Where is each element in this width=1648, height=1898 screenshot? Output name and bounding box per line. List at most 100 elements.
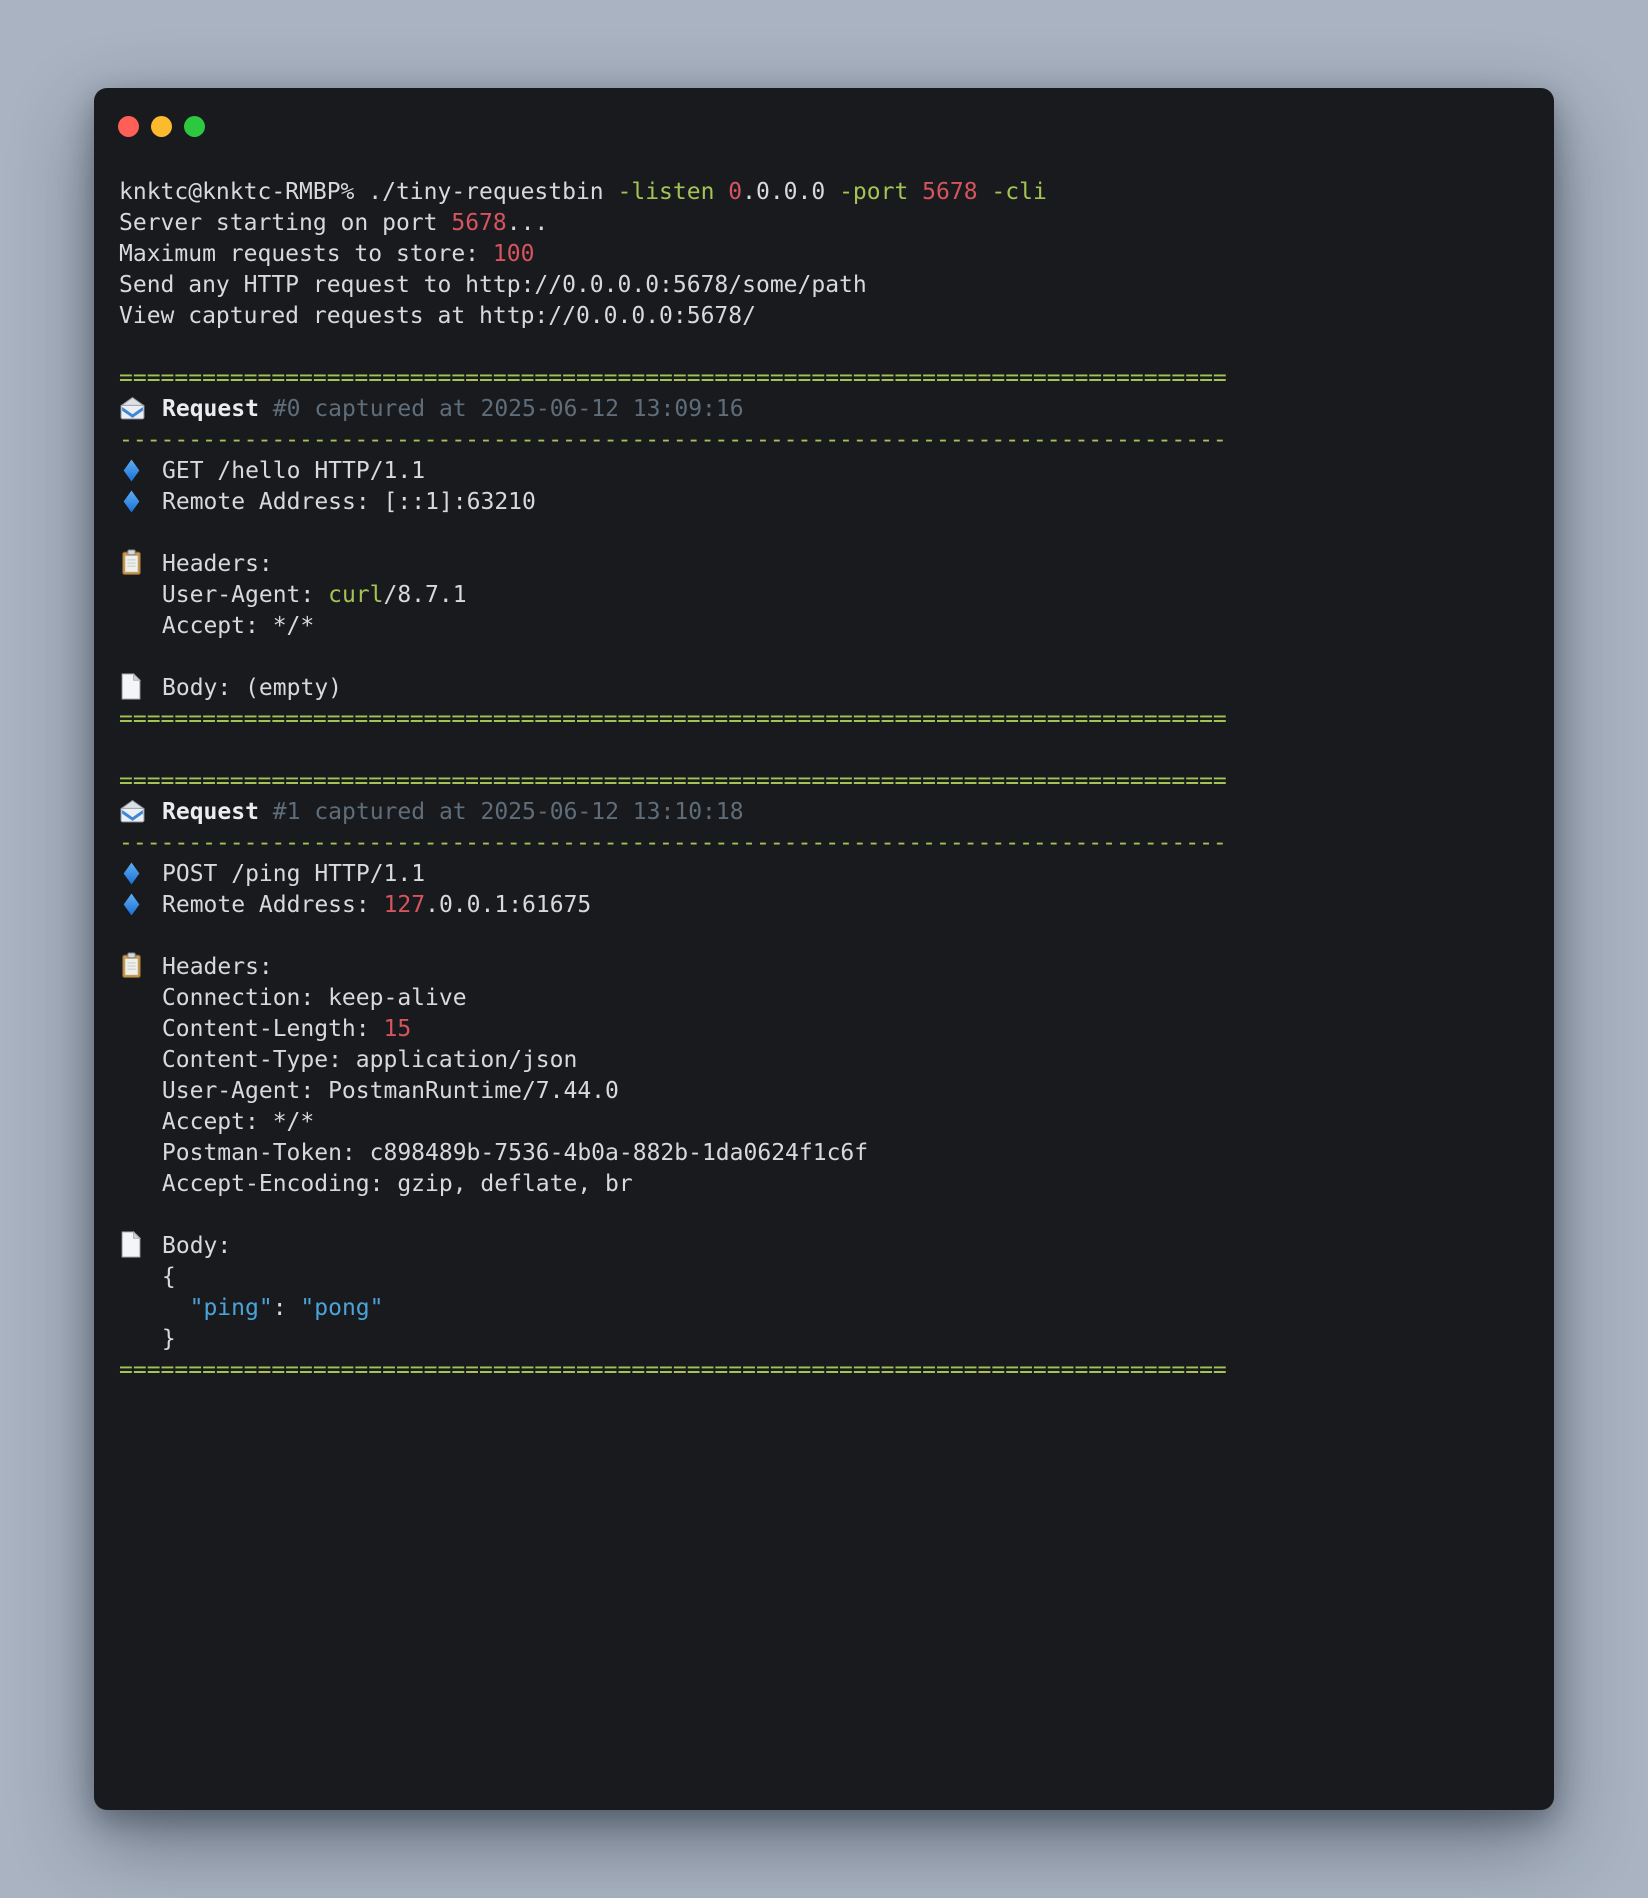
page-facing-up-icon: [119, 673, 162, 704]
server-starting-line: Server starting on port 5678...: [119, 208, 1529, 239]
view-hint-line: View captured requests at http://0.0.0.0…: [119, 301, 1529, 332]
text-segment: 5678: [451, 210, 506, 236]
window-titlebar: [94, 88, 1554, 137]
request-0-remote-line: Remote Address: [::1]:63210: [119, 487, 1529, 518]
text-segment: Request: [162, 396, 273, 422]
request-1-header-postman-token: Postman-Token: c898489b-7536-4b0a-882b-1…: [119, 1138, 1529, 1169]
blank-line: [119, 921, 1529, 952]
request-1-body-line: Body:: [119, 1231, 1529, 1262]
page-facing-up-icon: [119, 1231, 162, 1262]
request-0-header-user-agent: User-Agent: curl/8.7.1: [119, 580, 1529, 611]
close-button[interactable]: [118, 116, 139, 137]
text-segment: Content-Type: application/json: [162, 1047, 577, 1073]
text-segment: .0.0.1:61675: [425, 892, 591, 918]
request-1-header-accept-encoding: Accept-Encoding: gzip, deflate, br: [119, 1169, 1529, 1200]
blank-line: [119, 332, 1529, 363]
request-1-header-accept: Accept: */*: [119, 1107, 1529, 1138]
request-1-remote-line: Remote Address: 127.0.0.1:61675: [119, 890, 1529, 921]
text-segment: -cli: [991, 179, 1046, 205]
text-segment: -port: [839, 179, 922, 205]
request-1-header-content-type: Content-Type: application/json: [119, 1045, 1529, 1076]
request-1-header-content-length: Content-Length: 15: [119, 1014, 1529, 1045]
small-blue-diamond-icon: [119, 890, 162, 921]
text-segment: ----------------------------------------…: [119, 427, 1227, 453]
text-segment: #0 captured at 2025-06-12 13:09:16: [273, 396, 744, 422]
request-1-header: Request #1 captured at 2025-06-12 13:10:…: [119, 797, 1529, 828]
text-segment: /8.7.1: [383, 582, 466, 608]
request-1-body-open-brace: {: [119, 1262, 1529, 1293]
separator-dashed: ----------------------------------------…: [119, 828, 1529, 859]
small-blue-diamond-icon: [119, 487, 162, 518]
text-segment: 127: [384, 892, 426, 918]
text-segment: #1 captured at 2025-06-12 13:10:18: [273, 799, 744, 825]
text-segment: .0.0.0: [742, 179, 839, 205]
text-segment: curl: [328, 582, 383, 608]
zoom-button[interactable]: [184, 116, 205, 137]
separator-double: ========================================…: [119, 363, 1529, 394]
request-1-body-json-pair: "ping": "pong": [119, 1293, 1529, 1324]
request-0-headers-title: Headers:: [119, 549, 1529, 580]
text-segment: POST /ping HTTP/1.1: [162, 861, 425, 887]
text-segment: Maximum requests to store:: [119, 241, 493, 267]
clipboard-icon: [119, 549, 162, 580]
incoming-envelope-icon: [119, 797, 162, 828]
clipboard-icon: [119, 952, 162, 983]
text-segment: ...: [507, 210, 549, 236]
separator-double: ========================================…: [119, 766, 1529, 797]
text-segment: Remote Address: [::1]:63210: [162, 489, 536, 515]
text-segment: ========================================…: [119, 768, 1227, 794]
text-segment: ========================================…: [119, 706, 1227, 732]
command-line: knktc@knktc-RMBP% ./tiny-requestbin -lis…: [119, 177, 1529, 208]
request-0-body-line: Body: (empty): [119, 673, 1529, 704]
terminal-window: knktc@knktc-RMBP% ./tiny-requestbin -lis…: [94, 88, 1554, 1810]
text-segment: 0: [728, 179, 742, 205]
text-segment: "pong": [300, 1295, 383, 1321]
max-requests-line: Maximum requests to store: 100: [119, 239, 1529, 270]
text-segment: 5678: [922, 179, 991, 205]
text-segment: Connection: keep-alive: [162, 985, 467, 1011]
text-segment: ========================================…: [119, 1357, 1227, 1383]
text-segment: Accept: */*: [162, 1109, 314, 1135]
request-0-header: Request #0 captured at 2025-06-12 13:09:…: [119, 394, 1529, 425]
text-segment: Remote Address:: [162, 892, 384, 918]
small-blue-diamond-icon: [119, 859, 162, 890]
text-segment: Body:: [162, 1233, 231, 1259]
blank-line: [119, 518, 1529, 549]
text-segment: ========================================…: [119, 365, 1227, 391]
terminal-output: knktc@knktc-RMBP% ./tiny-requestbin -lis…: [94, 137, 1554, 1386]
small-blue-diamond-icon: [119, 456, 162, 487]
text-segment: Send any HTTP request to http://0.0.0.0:…: [119, 272, 867, 298]
text-segment: Postman-Token: c898489b-7536-4b0a-882b-1…: [162, 1140, 868, 1166]
text-segment: Body: (empty): [162, 675, 342, 701]
text-segment: }: [162, 1326, 176, 1352]
text-segment: knktc@knktc-RMBP% ./tiny-requestbin: [119, 179, 618, 205]
request-1-headers-title: Headers:: [119, 952, 1529, 983]
text-segment: Accept-Encoding: gzip, deflate, br: [162, 1171, 633, 1197]
request-0-method-line: GET /hello HTTP/1.1: [119, 456, 1529, 487]
minimize-button[interactable]: [151, 116, 172, 137]
text-segment: GET /hello HTTP/1.1: [162, 458, 425, 484]
request-1-method-line: POST /ping HTTP/1.1: [119, 859, 1529, 890]
text-segment: Headers:: [162, 551, 273, 577]
text-segment: User-Agent:: [162, 582, 328, 608]
separator-dashed: ----------------------------------------…: [119, 425, 1529, 456]
text-segment: 15: [383, 1016, 411, 1042]
text-segment: Server starting on port: [119, 210, 451, 236]
separator-double: ========================================…: [119, 704, 1529, 735]
text-segment: ----------------------------------------…: [119, 830, 1227, 856]
text-segment: View captured requests at http://0.0.0.0…: [119, 303, 756, 329]
request-1-header-user-agent: User-Agent: PostmanRuntime/7.44.0: [119, 1076, 1529, 1107]
request-1-body-close-brace: }: [119, 1324, 1529, 1355]
text-segment: Accept: */*: [162, 613, 314, 639]
text-segment: Content-Length:: [162, 1016, 384, 1042]
text-segment: :: [273, 1295, 301, 1321]
text-segment: {: [162, 1264, 176, 1290]
blank-line: [119, 735, 1529, 766]
text-segment: Request: [162, 799, 273, 825]
text-segment: -listen: [618, 179, 729, 205]
request-0-header-accept: Accept: */*: [119, 611, 1529, 642]
request-1-header-connection: Connection: keep-alive: [119, 983, 1529, 1014]
text-segment: Headers:: [162, 954, 273, 980]
blank-line: [119, 642, 1529, 673]
text-segment: "ping": [190, 1295, 273, 1321]
